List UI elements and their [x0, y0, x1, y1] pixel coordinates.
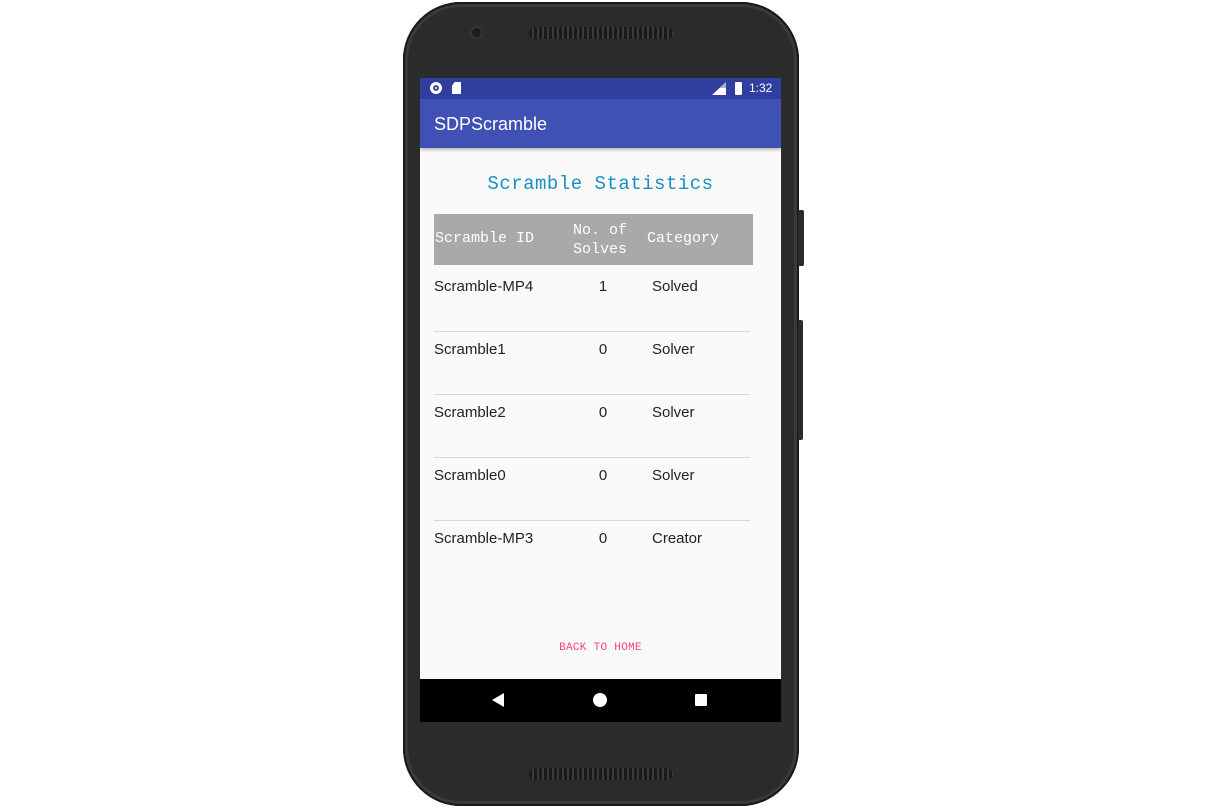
power-button [798, 210, 804, 266]
table-row: Scramble2 0 Solver [434, 395, 750, 458]
cell-category: Solver [652, 467, 695, 484]
front-camera [472, 28, 481, 37]
back-triangle-icon[interactable] [492, 693, 504, 707]
cell-scramble-id: Scramble2 [434, 404, 506, 421]
page-title: Scramble Statistics [487, 173, 714, 195]
cell-solves: 1 [598, 278, 608, 295]
volume-button [798, 320, 803, 440]
column-header-solves-line1: No. of [572, 222, 627, 239]
column-header-solves-line2: Solves [572, 241, 627, 258]
table-row: Scramble1 0 Solver [434, 332, 750, 395]
cell-category: Solved [652, 278, 698, 295]
table-row: Scramble-MP4 1 Solved [434, 269, 750, 332]
navigation-bar [420, 679, 781, 722]
cell-solves: 0 [598, 467, 608, 484]
column-header-category: Category [647, 230, 720, 247]
app-title: SDPScramble [434, 114, 548, 134]
cell-scramble-id: Scramble0 [434, 467, 506, 484]
table-row: Scramble0 0 Solver [434, 458, 750, 521]
device-screen: 1:32 SDPScramble Scramble Statistics Scr… [420, 78, 781, 722]
cell-solves: 0 [598, 341, 608, 358]
status-bar: 1:32 [420, 78, 781, 99]
earpiece-speaker [529, 27, 673, 39]
cell-scramble-id: Scramble-MP4 [434, 278, 534, 295]
battery-icon [735, 82, 742, 95]
cell-scramble-id: Scramble1 [434, 341, 506, 358]
cell-category: Solver [652, 404, 695, 421]
bottom-speaker [529, 768, 673, 780]
column-header-scramble-id: Scramble ID [435, 230, 535, 247]
cell-solves: 0 [598, 404, 608, 421]
table-row: Scramble-MP3 0 Creator [434, 521, 750, 584]
cell-scramble-id: Scramble-MP3 [434, 530, 534, 547]
notification-dot-icon [430, 82, 442, 94]
back-to-home-button[interactable]: BACK TO HOME [420, 641, 781, 655]
table-header: Scramble ID No. of Solves Category [434, 214, 753, 265]
recents-square-icon[interactable] [695, 694, 707, 706]
status-time: 1:32 [749, 81, 773, 95]
home-circle-icon[interactable] [593, 693, 607, 707]
app-bar: SDPScramble [420, 99, 781, 148]
cell-category: Creator [652, 530, 703, 547]
cell-solves: 0 [598, 530, 608, 547]
sd-card-icon [452, 82, 461, 94]
cell-category: Solver [652, 341, 695, 358]
column-header-solves: No. of Solves [562, 221, 638, 259]
lte-signal-icon [712, 82, 726, 95]
